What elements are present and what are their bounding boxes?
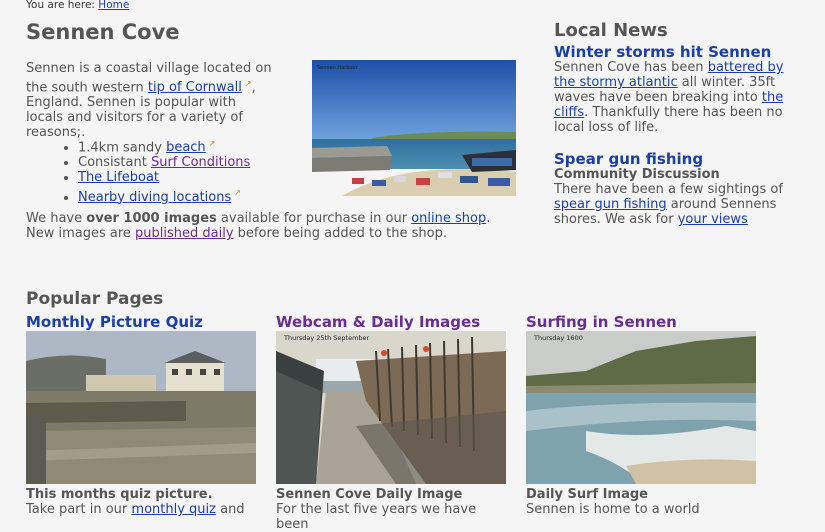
card-text: For the last five years we have been xyxy=(276,502,477,532)
news-headline-link[interactable]: Spear gun fishing xyxy=(554,150,703,168)
your-views-link[interactable]: your views xyxy=(678,212,748,227)
news-headline-link[interactable]: Winter storms hit Sennen xyxy=(554,43,771,61)
news-text: Sennen Cove has been xyxy=(554,60,708,75)
features-list: 1.4km sandy beach Consistant Surf Condit… xyxy=(64,136,250,205)
cornwall-link[interactable]: tip of Cornwall xyxy=(148,80,252,95)
online-shop-link[interactable]: online shop xyxy=(411,211,486,226)
webcam-photo xyxy=(276,331,506,484)
popular-card-webcam: Webcam & Daily Images Thursday 25th Sept… xyxy=(276,314,508,532)
local-news-title: Local News xyxy=(554,20,668,41)
lifeboat-link[interactable]: The Lifeboat xyxy=(78,170,159,185)
surf-subtitle: Daily Surf Image xyxy=(526,487,648,502)
page-title: Sennen Cove xyxy=(26,20,180,44)
surf-image[interactable]: Thursday 1600 xyxy=(526,331,756,484)
shop-text-4: before being added to the shop. xyxy=(233,226,447,241)
beach-link[interactable]: beach xyxy=(166,140,215,155)
harbour-photo xyxy=(312,60,516,196)
harbour-image-caption: Sennen Harbour xyxy=(317,65,358,71)
breadcrumb-prefix: You are here: xyxy=(26,0,95,11)
list-item: Consistant Surf Conditions xyxy=(78,155,250,170)
surf-image-caption: Thursday 1600 xyxy=(534,334,583,342)
harbour-image[interactable]: Sennen Harbour xyxy=(312,60,516,196)
quiz-subtitle: This months quiz picture. xyxy=(26,487,213,502)
webcam-image-caption: Thursday 25th September xyxy=(284,334,370,342)
quiz-image[interactable] xyxy=(26,331,256,484)
webcam-link[interactable]: Webcam & Daily Images xyxy=(276,313,480,331)
breadcrumb-home-link[interactable]: Home xyxy=(98,0,129,11)
shop-text-2: available for purchase in our xyxy=(216,211,412,226)
popular-pages-title: Popular Pages xyxy=(26,289,164,309)
list-item: 1.4km sandy beach xyxy=(78,136,250,155)
list-item-text: 1.4km sandy xyxy=(78,140,167,156)
news-text: There have been a few sightings of xyxy=(554,182,783,197)
list-item: The Lifeboat xyxy=(78,170,250,185)
news-item: Spear gun fishing Community Discussion T… xyxy=(554,150,784,228)
news-item: Winter storms hit Sennen Sennen Cove has… xyxy=(554,43,784,136)
popular-card-quiz: Monthly Picture Quiz This months quiz pi… xyxy=(26,314,258,517)
spear-gun-fishing-link[interactable]: spear gun fishing xyxy=(554,197,667,212)
quiz-photo xyxy=(26,331,256,484)
shop-bold-text: over 1000 images xyxy=(86,211,217,226)
popular-card-surfing: Surfing in Sennen Thursday 1600 Daily Su… xyxy=(526,314,758,517)
list-item-text: Consistant xyxy=(78,155,151,171)
shop-text-1: We have xyxy=(26,211,87,226)
quiz-link[interactable]: Monthly Picture Quiz xyxy=(26,313,203,331)
news-text: . Thankfully there has been no local los… xyxy=(554,105,783,135)
webcam-subtitle: Sennen Cove Daily Image xyxy=(276,487,463,502)
surf-conditions-link[interactable]: Surf Conditions xyxy=(151,155,250,170)
diving-locations-link[interactable]: Nearby diving locations xyxy=(78,190,241,205)
shop-paragraph: We have over 1000 images available for p… xyxy=(26,211,516,241)
list-item: Nearby diving locations xyxy=(78,185,250,205)
breadcrumb: You are here: Home xyxy=(26,0,129,11)
surfing-link[interactable]: Surfing in Sennen xyxy=(526,313,677,331)
intro-paragraph: Sennen is a coastal village located on t… xyxy=(26,61,276,140)
news-subhead: Community Discussion xyxy=(554,167,720,182)
surf-photo xyxy=(526,331,756,484)
webcam-image[interactable]: Thursday 25th September xyxy=(276,331,506,484)
published-daily-link[interactable]: published daily xyxy=(135,226,234,241)
